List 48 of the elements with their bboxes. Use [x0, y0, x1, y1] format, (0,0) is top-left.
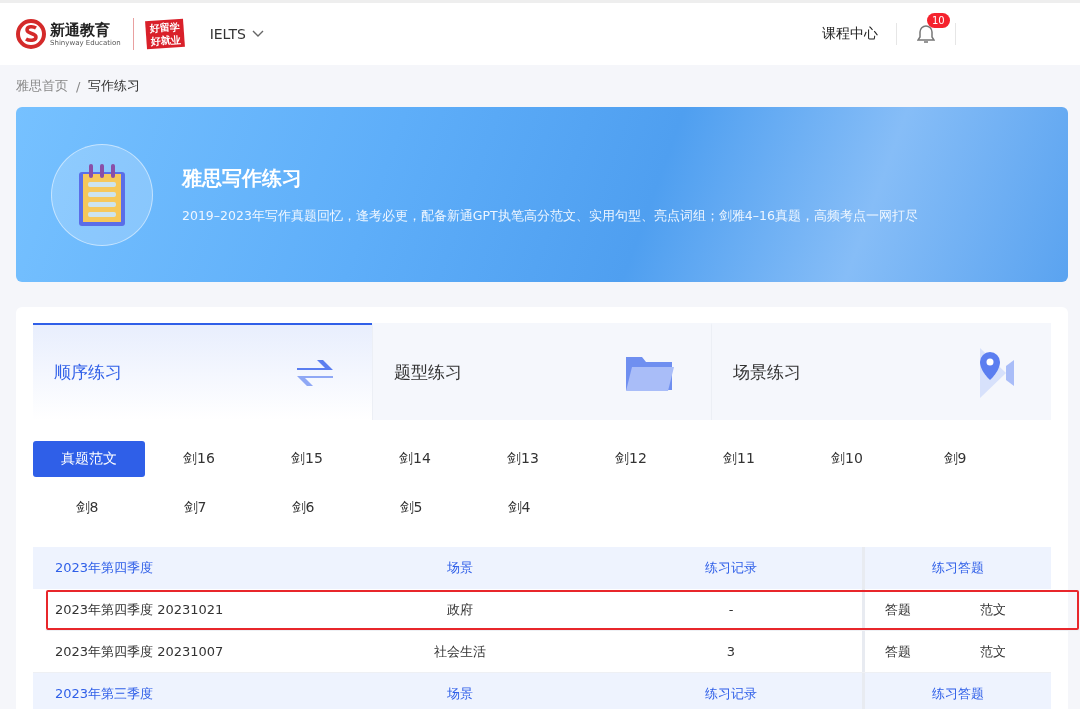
- notepad-icon: [79, 163, 125, 226]
- row-action-link[interactable]: 答题: [885, 642, 911, 661]
- filter-button[interactable]: 剑15: [253, 441, 361, 477]
- row-action-link[interactable]: 范文: [980, 600, 1006, 619]
- filter-button[interactable]: 剑9: [901, 441, 1009, 477]
- logo-icon: [16, 19, 46, 49]
- filter-button[interactable]: 剑13: [469, 441, 577, 477]
- filter-button[interactable]: 剑7: [141, 490, 249, 526]
- exam-selector[interactable]: IELTS: [209, 26, 264, 42]
- slogan-badge: 好留学 好就业: [144, 18, 185, 50]
- row-action-link[interactable]: 答题: [885, 600, 911, 619]
- filter-button[interactable]: 剑16: [145, 441, 253, 477]
- table-cell-text: 政府: [446, 600, 474, 619]
- group-title: 2023年第三季度: [54, 685, 155, 703]
- filter-button[interactable]: 剑12: [577, 441, 685, 477]
- table-cell-text: 社会生活: [433, 642, 487, 661]
- notification-badge: 10: [927, 13, 950, 28]
- column-header: 练习记录: [704, 685, 758, 703]
- table-cell-text: 2023年第四季度 20231007: [54, 642, 225, 661]
- breadcrumb-separator: /: [76, 78, 81, 94]
- table-cell-text: 3: [725, 644, 737, 659]
- chevron-down-icon: [251, 30, 264, 38]
- banner-title: 雅思写作练习: [182, 164, 303, 192]
- practice-tab[interactable]: 场景练习: [711, 323, 1051, 420]
- notification-button[interactable]: [915, 23, 937, 45]
- filter-button[interactable]: 剑8: [33, 490, 141, 526]
- column-header: 练习记录: [704, 559, 758, 577]
- column-header: 练习答题: [932, 559, 984, 577]
- filter-button[interactable]: 剑4: [465, 490, 573, 526]
- banner-description: 2019–2023年写作真题回忆，逢考必更，配备新通GPT执笔高分范文、实用句型、亮点词组；剑雅4–16真题，高频考点一网打尽: [182, 207, 918, 225]
- filter-button[interactable]: 剑5: [357, 490, 465, 526]
- table-cell-text: 2023年第四季度 20231021: [54, 600, 225, 619]
- column-header: 练习答题: [932, 685, 984, 703]
- breadcrumb-item: 写作练习: [88, 77, 141, 95]
- filter-button[interactable]: 剑10: [793, 441, 901, 477]
- filter-button[interactable]: 剑11: [685, 441, 793, 477]
- table-cell-text: -: [727, 602, 735, 617]
- row-action-link[interactable]: 范文: [980, 642, 1006, 661]
- filter-button[interactable]: 剑6: [249, 490, 357, 526]
- filter-button[interactable]: 剑14: [361, 441, 469, 477]
- practice-tab[interactable]: 题型练习: [371, 323, 712, 420]
- column-header: 场景: [446, 685, 474, 703]
- group-title: 2023年第四季度: [54, 559, 155, 577]
- brand-name: 新通教育: [50, 21, 111, 39]
- bell-icon: [917, 24, 935, 44]
- column-header: 场景: [446, 559, 474, 577]
- filter-button[interactable]: 真题范文: [33, 441, 145, 477]
- nav-link[interactable]: 课程中心: [822, 25, 878, 43]
